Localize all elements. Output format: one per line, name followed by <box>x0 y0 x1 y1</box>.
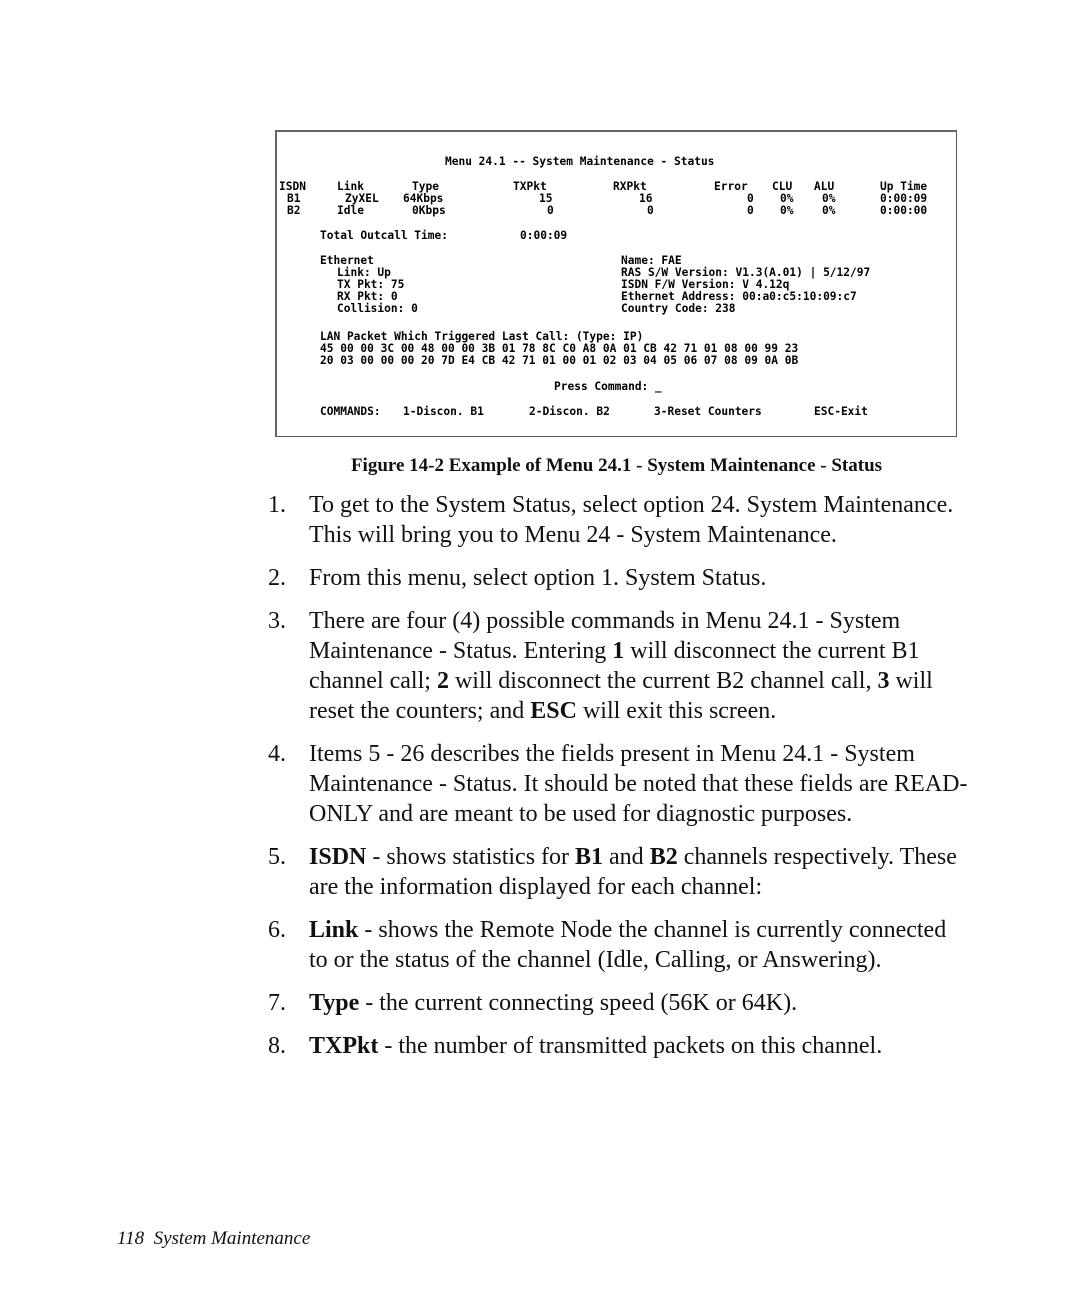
text-run: will disconnect the current B2 channel c… <box>448 668 878 694</box>
bold-term: B1 <box>575 844 604 870</box>
figure-caption-text: Figure 14-2 Example of Menu 24.1 - Syste… <box>350 455 883 476</box>
b2-type: 0Kbps <box>412 204 446 217</box>
list-item-number: 4. <box>268 741 286 767</box>
list-item-text: From this menu, select option 1. System … <box>309 565 766 591</box>
list-item: 2. From this menu, select option 1. Syste… <box>268 563 968 593</box>
text-run: and <box>603 844 650 870</box>
list-item-text: To get to the System Status, select opti… <box>309 492 953 548</box>
command-reset-counters[interactable]: 3-Reset Counters <box>654 405 762 419</box>
list-item-number: 5. <box>268 844 286 870</box>
lan-packet-hex-line-2: 20 03 00 00 00 20 7D E4 CB 42 71 01 00 0… <box>320 354 799 367</box>
bold-term: 3 <box>877 668 890 694</box>
bold-term: 2 <box>436 668 449 694</box>
list-item-number: 2. <box>268 565 286 591</box>
text-run: To get to the System Status, select opti… <box>309 492 954 548</box>
list-item-text: Type - the current connecting speed (56K… <box>309 990 797 1016</box>
command-discon-b1[interactable]: 1-Discon. B1 <box>403 405 484 419</box>
list-item: 3. There are four (4) possible commands i… <box>268 606 968 726</box>
terminal-screenshot: Menu 24.1 -- System Maintenance - Status… <box>275 130 957 437</box>
list-item-number: 1. <box>268 492 286 518</box>
total-outcall-value: 0:00:09 <box>520 229 568 242</box>
command-esc-exit[interactable]: ESC-Exit <box>814 405 868 419</box>
press-command-prompt[interactable]: Press Command: _ <box>554 380 662 394</box>
list-item-text: Items 5 - 26 describes the fields presen… <box>309 741 968 827</box>
b2-alu: 0% <box>822 204 836 217</box>
text-run: - the current connecting speed (56K or 6… <box>359 990 798 1016</box>
bold-term: TXPkt <box>309 1033 379 1059</box>
list-item: 4. Items 5 - 26 describes the fields pres… <box>268 739 968 829</box>
text-run: From this menu, select option 1. System … <box>309 565 767 591</box>
list-item-number: 7. <box>268 990 286 1016</box>
b2-channel: B2 <box>287 204 301 217</box>
bold-term: Type <box>309 990 360 1016</box>
list-item-text: Link - shows the Remote Node the channel… <box>309 917 946 973</box>
page-number: 118 <box>117 1228 145 1249</box>
col-header-error: Error <box>714 180 748 193</box>
text-run: - the number of transmitted packets on t… <box>378 1033 883 1059</box>
list-item: 8. TXPkt - the number of transmitted pack… <box>268 1031 968 1061</box>
list-item-text: TXPkt - the number of transmitted packet… <box>309 1033 882 1059</box>
bold-term: B2 <box>649 844 678 870</box>
terminal-title: Menu 24.1 -- System Maintenance - Status <box>445 155 715 168</box>
total-outcall-label: Total Outcall Time: <box>320 229 448 242</box>
list-item-number: 3. <box>268 608 286 634</box>
page-footer: 118 System Maintenance <box>117 1228 310 1250</box>
ethernet-collision: Collision: 0 <box>337 302 418 315</box>
instruction-list: 1. To get to the System Status, select op… <box>268 490 968 1074</box>
list-item: 7. Type - the current connecting speed (5… <box>268 988 968 1018</box>
list-item-text: ISDN - shows statistics for B1 and B2 ch… <box>309 844 957 900</box>
b2-clu: 0% <box>780 204 794 217</box>
b2-link: Idle <box>337 204 364 217</box>
list-item: 6. Link - shows the Remote Node the chann… <box>268 915 968 975</box>
bold-term: Link <box>309 917 359 943</box>
b2-uptime: 0:00:00 <box>880 204 928 217</box>
b2-txpkt: 0 <box>547 204 554 217</box>
figure-caption: Figure 14-2 Example of Menu 24.1 - Syste… <box>0 455 1080 477</box>
text-run: Items 5 - 26 describes the fields presen… <box>309 741 968 827</box>
bold-term: ISDN <box>309 844 367 870</box>
commands-label: COMMANDS: <box>320 405 381 418</box>
b2-rxpkt: 0 <box>647 204 654 217</box>
country-code: Country Code: 238 <box>621 302 736 315</box>
b2-error: 0 <box>747 204 754 217</box>
bold-term: ESC <box>530 698 577 724</box>
text-run: - shows statistics for <box>366 844 576 870</box>
section-name: System Maintenance <box>153 1228 311 1249</box>
list-item-number: 6. <box>268 917 286 943</box>
list-item-number: 8. <box>268 1033 286 1059</box>
text-run: will exit this screen. <box>576 698 777 724</box>
list-item: 1. To get to the System Status, select op… <box>268 490 968 550</box>
list-item: 5. ISDN - shows statistics for B1 and B2 … <box>268 842 968 902</box>
command-discon-b2[interactable]: 2-Discon. B2 <box>529 405 610 419</box>
list-item-text: There are four (4) possible commands in … <box>309 608 933 724</box>
bold-term: 1 <box>612 638 625 664</box>
text-run: - shows the Remote Node the channel is c… <box>309 917 947 973</box>
